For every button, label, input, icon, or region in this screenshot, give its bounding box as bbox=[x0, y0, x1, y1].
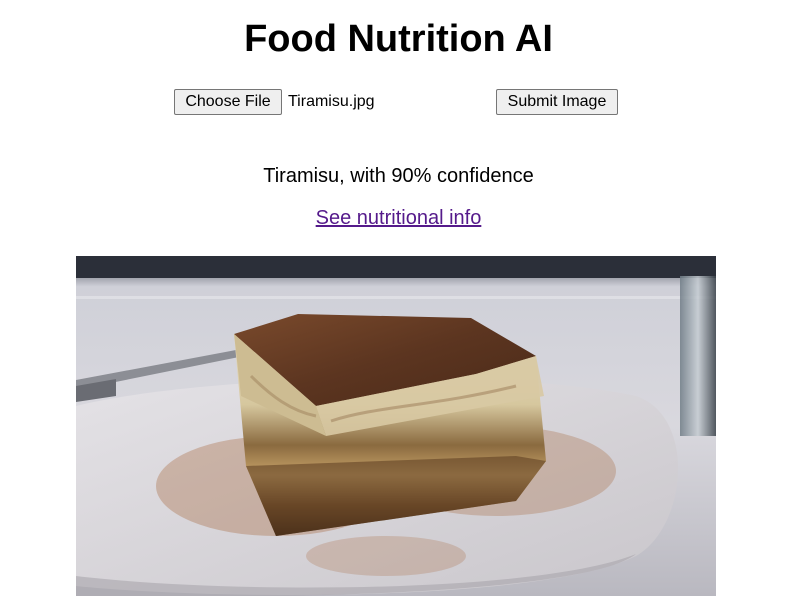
prediction-result: Tiramisu, with 90% confidence bbox=[263, 165, 534, 187]
selected-file-name: Tiramisu.jpg bbox=[288, 93, 375, 110]
nutrition-link-container: See nutritional info bbox=[0, 206, 797, 230]
choose-file-button[interactable]: Choose File bbox=[174, 89, 282, 115]
page-title: Food Nutrition AI bbox=[244, 18, 553, 60]
nutritional-info-link[interactable]: See nutritional info bbox=[316, 207, 482, 229]
uploaded-food-image bbox=[76, 256, 716, 596]
submit-image-button[interactable]: Submit Image bbox=[496, 89, 618, 115]
app-page: Food Nutrition AI Choose File Tiramisu.j… bbox=[0, 0, 797, 615]
upload-form: Choose File Tiramisu.jpg Submit Image bbox=[174, 89, 624, 117]
